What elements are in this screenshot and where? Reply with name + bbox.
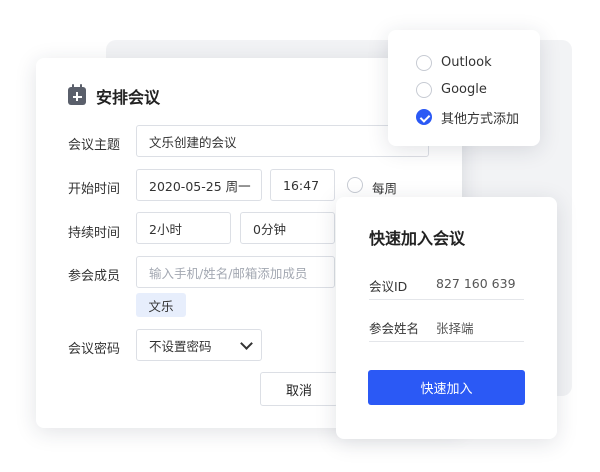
dialog-header: 安排会议 (68, 84, 160, 108)
topic-input[interactable]: 文乐创建的会议 (136, 125, 429, 157)
dialog-title: 安排会议 (96, 88, 161, 107)
outlook-radio[interactable] (416, 55, 432, 71)
add-method-menu: Outlook Google 其他方式添加 (388, 30, 540, 146)
start-date-picker[interactable]: 2020-05-25 周一 (136, 169, 262, 201)
repeat-weekly-radio[interactable] (347, 177, 363, 193)
outlook-option-label: Outlook (441, 55, 492, 70)
meeting-id-value[interactable]: 827 160 639 (436, 276, 516, 291)
quick-join-button[interactable]: 快速加入 (368, 370, 525, 405)
participant-name-label: 参会姓名 (369, 321, 420, 336)
participant-name-value[interactable]: 张择端 (436, 318, 474, 337)
member-tag[interactable]: 文乐 (136, 293, 186, 317)
members-label: 参会成员 (68, 269, 121, 284)
duration-label: 持续时间 (68, 226, 121, 241)
duration-minutes-select[interactable]: 0分钟 (240, 212, 335, 244)
password-select-value: 不设置密码 (149, 338, 212, 354)
repeat-weekly-label: 每周 (372, 181, 398, 196)
quick-join-dialog: 快速加入会议 会议ID 827 160 639 参会姓名 张择端 快速加入 (336, 197, 557, 439)
google-option-label: Google (441, 82, 487, 97)
quick-join-title: 快速加入会议 (369, 229, 466, 248)
calendar-add-icon (68, 84, 86, 105)
cancel-button[interactable]: 取消 (260, 372, 338, 406)
meeting-id-label: 会议ID (369, 279, 408, 294)
participant-name-underline (369, 341, 524, 342)
start-time-label: 开始时间 (68, 182, 121, 197)
other-method-option-label: 其他方式添加 (441, 112, 520, 127)
duration-hours-select[interactable]: 2小时 (136, 212, 231, 244)
other-method-radio[interactable] (416, 109, 432, 125)
start-time-picker[interactable]: 16:47 (270, 169, 335, 201)
members-input[interactable]: 输入手机/姓名/邮箱添加成员 (136, 256, 335, 288)
topic-label: 会议主题 (68, 138, 121, 153)
password-label: 会议密码 (68, 342, 121, 357)
google-radio[interactable] (416, 82, 432, 98)
meeting-id-underline (369, 299, 524, 300)
